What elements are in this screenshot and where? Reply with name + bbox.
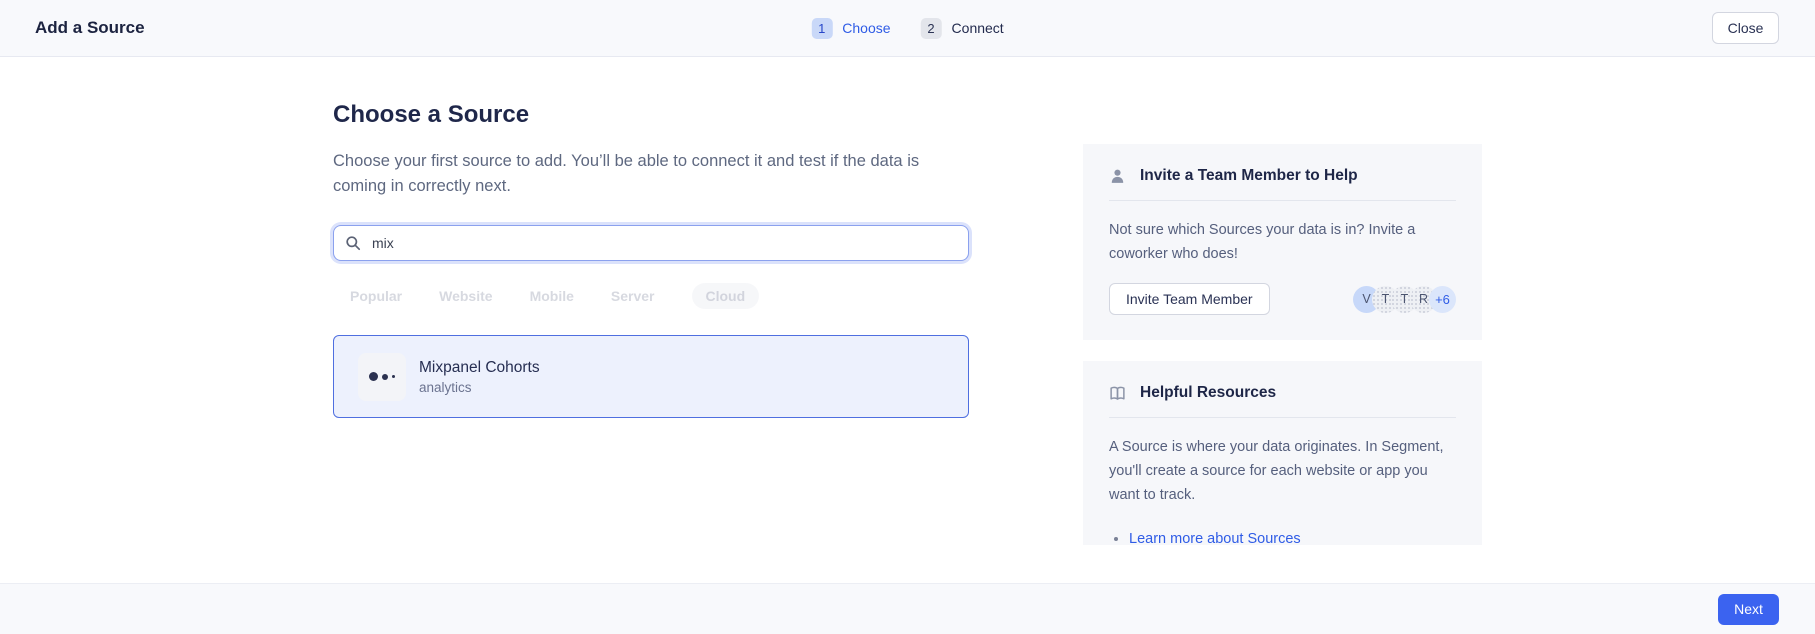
learn-more-sources-link[interactable]: Learn more about Sources — [1129, 531, 1301, 545]
step-connect-label: Connect — [952, 20, 1004, 36]
main-content: Choose a Source Choose your first source… — [333, 57, 969, 418]
page-title: Add a Source — [35, 18, 145, 38]
main-description: Choose your first source to add. You’ll … — [333, 149, 933, 199]
invite-panel-body: Not sure which Sources your data is in? … — [1109, 218, 1456, 266]
wizard-footer: Next — [0, 583, 1815, 634]
result-type: analytics — [419, 380, 540, 395]
step-choose-badge: 1 — [811, 18, 832, 39]
category-tabs: Popular Website Mobile Server Cloud — [333, 283, 969, 309]
source-search — [333, 225, 969, 261]
resources-panel-title: Helpful Resources — [1140, 384, 1276, 402]
step-choose[interactable]: 1 Choose — [811, 18, 890, 39]
divider — [1109, 417, 1456, 418]
next-button[interactable]: Next — [1718, 594, 1779, 625]
close-button[interactable]: Close — [1712, 12, 1779, 44]
mixpanel-logo-icon — [358, 353, 406, 401]
invite-team-member-button[interactable]: Invite Team Member — [1109, 283, 1270, 315]
result-text: Mixpanel Cohorts analytics — [419, 359, 540, 395]
tab-popular[interactable]: Popular — [350, 283, 402, 309]
book-icon — [1109, 385, 1126, 402]
result-name: Mixpanel Cohorts — [419, 359, 540, 377]
add-source-wizard: Add a Source 1 Choose 2 Connect Close Ch… — [0, 0, 1815, 634]
tab-server[interactable]: Server — [611, 283, 655, 309]
resources-links: Learn more about Sources — [1109, 531, 1456, 545]
list-item: Learn more about Sources — [1129, 531, 1456, 545]
tab-mobile[interactable]: Mobile — [530, 283, 574, 309]
team-avatar-stack: V T T R +6 — [1353, 286, 1456, 313]
person-icon — [1109, 168, 1126, 185]
resources-panel: Helpful Resources A Source is where your… — [1083, 361, 1482, 545]
tab-website[interactable]: Website — [439, 283, 492, 309]
avatar-overflow-badge: +6 — [1429, 286, 1456, 313]
tab-cloud[interactable]: Cloud — [692, 283, 760, 309]
invite-panel: Invite a Team Member to Help Not sure wh… — [1083, 144, 1482, 340]
resources-panel-header: Helpful Resources — [1109, 384, 1456, 402]
search-icon — [345, 235, 361, 251]
resources-panel-body: A Source is where your data originates. … — [1109, 435, 1456, 507]
divider — [1109, 200, 1456, 201]
main-heading: Choose a Source — [333, 101, 969, 129]
wizard-stepper: 1 Choose 2 Connect — [811, 18, 1003, 39]
search-input[interactable] — [333, 225, 969, 261]
wizard-header: Add a Source 1 Choose 2 Connect Close — [0, 0, 1815, 57]
invite-panel-title: Invite a Team Member to Help — [1140, 167, 1358, 185]
invite-panel-header: Invite a Team Member to Help — [1109, 167, 1456, 185]
invite-row: Invite Team Member V T T R +6 — [1109, 283, 1456, 315]
step-connect-badge: 2 — [921, 18, 942, 39]
source-result-mixpanel-cohorts[interactable]: Mixpanel Cohorts analytics — [333, 335, 969, 418]
step-choose-label: Choose — [842, 20, 890, 36]
step-connect[interactable]: 2 Connect — [921, 18, 1004, 39]
